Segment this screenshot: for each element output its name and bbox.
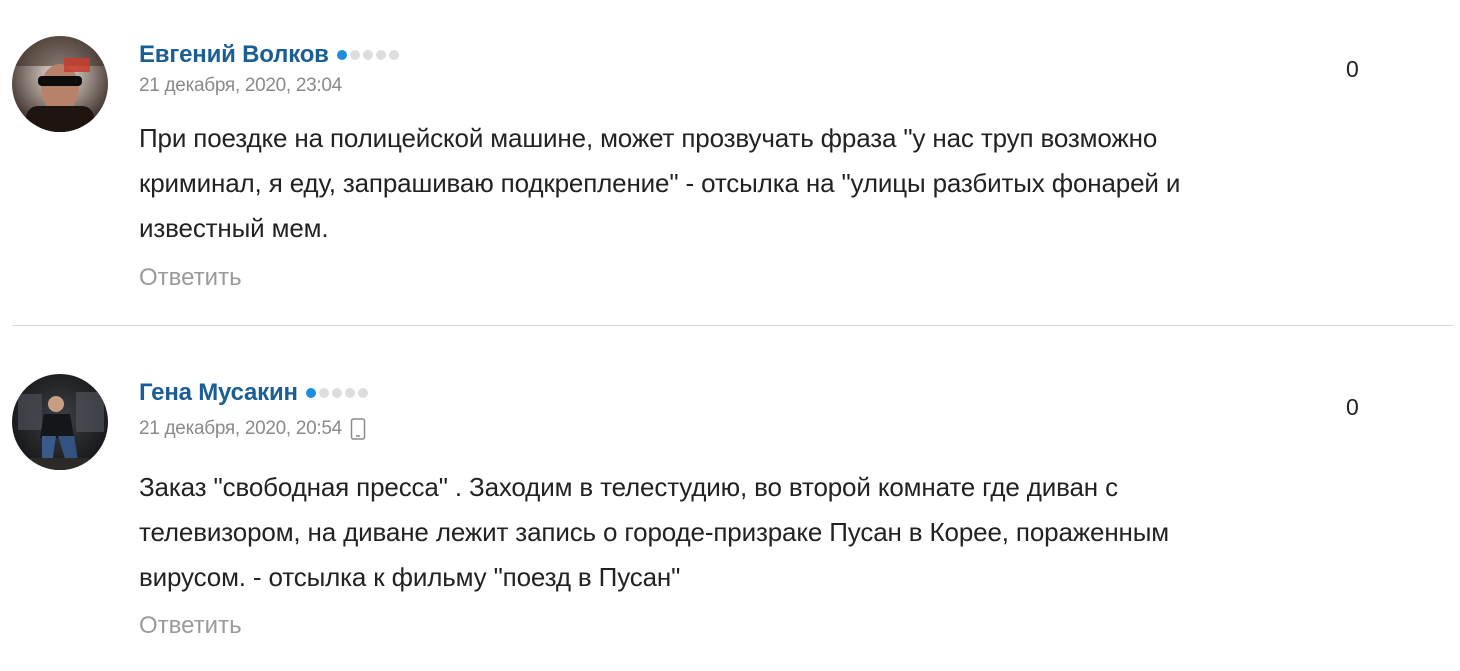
rating-dot-icon xyxy=(362,50,373,60)
comment-score: 0 xyxy=(1346,56,1359,82)
comment-item: Гена Мусакин 21 декабря, 2020, 20:54 0 З… xyxy=(0,327,1460,671)
rating-dot-icon xyxy=(375,50,386,60)
comment-item: Евгений Волков 21 декабря, 2020, 23:04 0… xyxy=(0,0,1460,326)
user-avatar[interactable] xyxy=(12,374,108,470)
reply-button[interactable]: Ответить xyxy=(139,264,242,292)
rating-dot-icon xyxy=(388,50,399,60)
comment-date: 21 декабря, 2020, 20:54 xyxy=(139,418,342,439)
rating-dot-icon xyxy=(349,50,360,60)
comment-meta: 21 декабря, 2020, 23:04 xyxy=(139,74,342,98)
mobile-phone-icon xyxy=(350,418,366,440)
user-rating xyxy=(305,388,368,398)
author-name[interactable]: Гена Мусакин xyxy=(139,379,298,407)
comment-divider xyxy=(12,325,1454,326)
rating-dot-icon xyxy=(344,388,355,398)
rating-dot-icon xyxy=(357,388,368,398)
comment-text: При поездке на полицейской машине, может… xyxy=(139,123,1181,243)
rating-dot-icon xyxy=(331,388,342,398)
user-rating xyxy=(336,50,399,60)
author-line: Гена Мусакин xyxy=(139,378,368,408)
comment-score: 0 xyxy=(1346,394,1359,420)
rating-dot-icon xyxy=(318,388,329,398)
user-avatar[interactable] xyxy=(12,36,108,132)
avatar-photo-icon xyxy=(12,36,108,132)
comment-date: 21 декабря, 2020, 23:04 xyxy=(139,75,342,96)
comment-meta: 21 декабря, 2020, 20:54 xyxy=(139,417,366,441)
author-name[interactable]: Евгений Волков xyxy=(139,41,329,69)
rating-dot-icon xyxy=(336,50,347,60)
avatar-photo-icon xyxy=(12,374,108,470)
rating-dot-icon xyxy=(305,388,316,398)
author-line: Евгений Волков xyxy=(139,40,399,70)
reply-button[interactable]: Ответить xyxy=(139,612,242,640)
comment-text: Заказ "свободная пресса" . Заходим в тел… xyxy=(139,472,1170,592)
